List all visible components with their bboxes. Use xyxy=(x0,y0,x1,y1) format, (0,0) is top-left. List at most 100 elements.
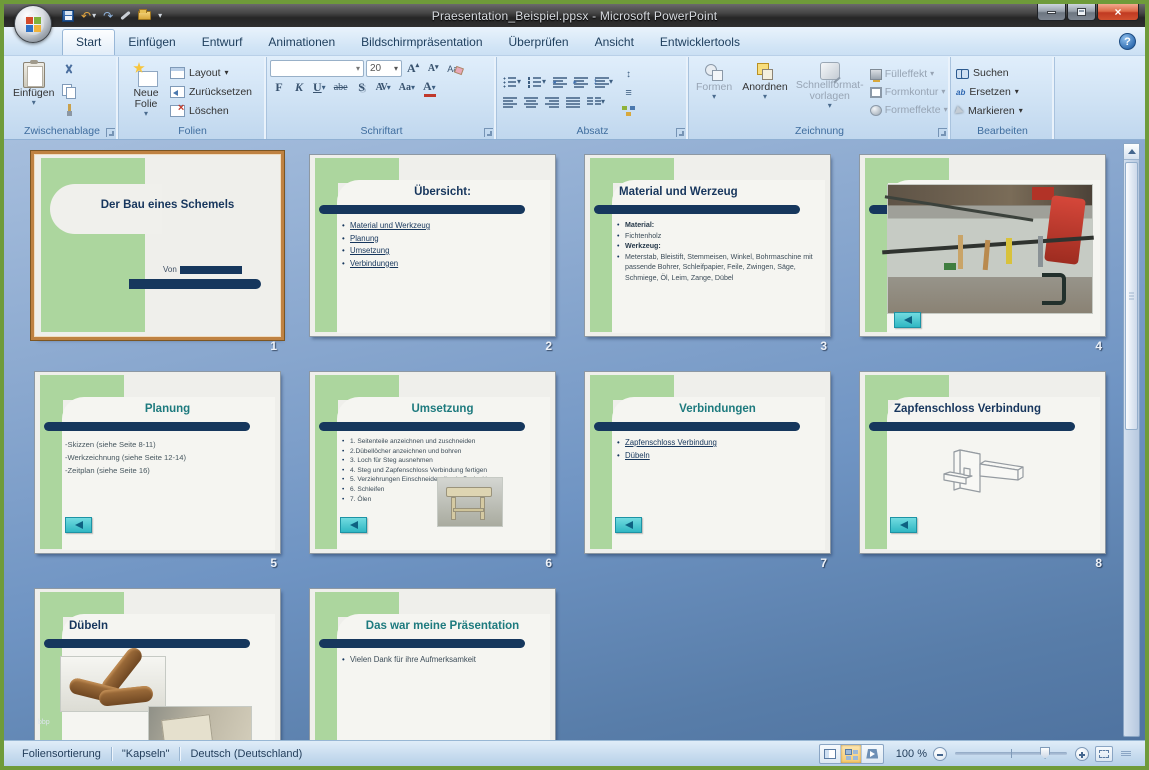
tab-ueberpruefen[interactable]: Überprüfen xyxy=(496,30,582,55)
open-folder-button[interactable] xyxy=(138,11,151,20)
bullet-link[interactable]: Material und Werkzeug xyxy=(350,221,430,230)
cut-button[interactable] xyxy=(59,62,78,79)
back-button[interactable] xyxy=(340,517,367,533)
slide-thumbnail[interactable] xyxy=(860,155,1105,336)
slide-thumbnail[interactable]: Zapfenschloss Verbindung xyxy=(860,372,1105,553)
language-status[interactable]: Deutsch (Deutschland) xyxy=(180,748,312,760)
bullet-link[interactable]: Dübeln xyxy=(625,451,650,460)
undo-button[interactable]: ↶ xyxy=(81,10,96,22)
help-icon[interactable]: ? xyxy=(1119,33,1136,50)
bold-button[interactable]: F xyxy=(270,79,288,96)
tab-einfuegen[interactable]: Einfügen xyxy=(115,30,188,55)
tab-start[interactable]: Start xyxy=(62,29,115,55)
bullets-button[interactable] xyxy=(500,74,524,91)
shape-effects-button[interactable]: Formeffekte xyxy=(870,103,948,118)
slide-thumbnail[interactable]: Das war meine PräsentationVielen Dank fü… xyxy=(310,589,555,740)
slide-sorter-workspace[interactable]: Der Bau eines SchemelsVon1Übersicht:Mate… xyxy=(4,140,1145,740)
shape-outline-button[interactable]: Formkontur xyxy=(870,85,948,100)
slideshow-view-button[interactable] xyxy=(862,745,883,763)
copy-button[interactable] xyxy=(59,82,78,99)
strikethrough-button[interactable]: abe xyxy=(331,79,351,96)
bullet-link[interactable]: Umsetzung xyxy=(350,246,389,255)
change-case-button[interactable]: Aa xyxy=(396,79,418,96)
delete-button[interactable]: Löschen xyxy=(170,103,252,120)
zoom-out-button[interactable] xyxy=(933,747,947,761)
back-button[interactable] xyxy=(65,517,92,533)
back-button[interactable] xyxy=(894,312,921,328)
scroll-up-button[interactable] xyxy=(1124,144,1139,160)
vertical-scrollbar[interactable] xyxy=(1123,143,1140,737)
underline-button[interactable]: U xyxy=(310,79,329,96)
close-button[interactable]: × xyxy=(1097,4,1139,21)
text-direction-button[interactable] xyxy=(619,65,638,82)
zoom-slider[interactable] xyxy=(955,752,1067,755)
slide-thumbnail[interactable]: Übersicht:Material und WerkzeugPlanungUm… xyxy=(310,155,555,336)
dialog-launcher-icon[interactable] xyxy=(484,128,493,137)
slide-thumbnail[interactable]: Umsetzung1. Seitenteile anzeichnen und z… xyxy=(310,372,555,553)
text-shadow-button[interactable]: S xyxy=(353,79,371,96)
normal-view-button[interactable] xyxy=(820,745,841,763)
align-left-button[interactable] xyxy=(500,94,520,111)
zoom-in-button[interactable] xyxy=(1075,747,1089,761)
dialog-launcher-icon[interactable] xyxy=(676,128,685,137)
find-button[interactable]: Suchen xyxy=(956,65,1049,81)
scrollbar-thumb[interactable] xyxy=(1125,162,1138,430)
shape-fill-button[interactable]: Fülleffekt xyxy=(870,67,948,82)
font-size-select[interactable]: 20 xyxy=(366,60,402,77)
back-button[interactable] xyxy=(890,517,917,533)
bullet-link[interactable]: Zapfenschloss Verbindung xyxy=(625,438,717,447)
arrange-button[interactable]: Anordnen xyxy=(738,59,792,125)
justify-button[interactable] xyxy=(563,94,583,111)
back-button[interactable] xyxy=(615,517,642,533)
zoom-slider-thumb[interactable] xyxy=(1040,747,1050,759)
clear-formatting-button[interactable] xyxy=(444,60,466,77)
minimize-button[interactable] xyxy=(1037,4,1066,21)
tab-entwicklertools[interactable]: Entwicklertools xyxy=(647,30,753,55)
slide-thumbnail[interactable]: Planung-Skizzen (siehe Seite 8-11)-Werkz… xyxy=(35,372,280,553)
view-mode-status[interactable]: Foliensortierung xyxy=(12,748,111,760)
qat-customize-button[interactable] xyxy=(158,12,162,20)
font-color-button[interactable]: A xyxy=(420,79,439,96)
dialog-launcher-icon[interactable] xyxy=(938,128,947,137)
tab-animationen[interactable]: Animationen xyxy=(255,30,348,55)
zoom-level[interactable]: 100 % xyxy=(896,748,927,760)
draw-pen-button[interactable] xyxy=(120,14,131,17)
office-button[interactable] xyxy=(14,5,52,43)
design-name-status[interactable]: "Kapseln" xyxy=(112,748,180,760)
character-spacing-button[interactable]: AV xyxy=(373,79,394,96)
dialog-launcher-icon[interactable] xyxy=(106,128,115,137)
shapes-button[interactable]: Formen xyxy=(692,59,736,125)
shrink-font-button[interactable]: A xyxy=(424,60,442,77)
align-right-button[interactable] xyxy=(542,94,562,111)
layout-button[interactable]: Layout xyxy=(170,65,252,82)
quick-styles-button[interactable]: Schnellformat-vorlagen xyxy=(794,59,866,125)
slide-thumbnail[interactable]: Dübelnbbp xyxy=(35,589,280,740)
format-painter-button[interactable] xyxy=(59,102,78,119)
italic-button[interactable]: K xyxy=(290,79,308,96)
align-center-button[interactable] xyxy=(521,94,541,111)
restore-button[interactable] xyxy=(1067,4,1096,21)
new-slide-button[interactable]: Neue Folie xyxy=(122,59,170,125)
slide-thumbnail[interactable]: Der Bau eines SchemelsVon xyxy=(35,155,280,336)
tab-ansicht[interactable]: Ansicht xyxy=(582,30,647,55)
align-text-button[interactable] xyxy=(619,84,638,101)
save-button[interactable] xyxy=(62,10,74,22)
numbering-button[interactable] xyxy=(525,74,549,91)
increase-indent-button[interactable] xyxy=(571,74,591,91)
bullet-link[interactable]: Verbindungen xyxy=(350,259,398,268)
line-spacing-button[interactable] xyxy=(592,74,616,91)
slide-thumbnail[interactable]: VerbindungenZapfenschloss VerbindungDübe… xyxy=(585,372,830,553)
tab-bildschirmpraesentation[interactable]: Bildschirmpräsentation xyxy=(348,30,495,55)
columns-button[interactable] xyxy=(584,94,608,111)
paste-button[interactable]: Einfügen xyxy=(9,59,58,125)
select-button[interactable]: Markieren xyxy=(956,103,1049,119)
decrease-indent-button[interactable] xyxy=(550,74,570,91)
redo-button[interactable]: ↷ xyxy=(103,10,113,22)
convert-smartart-button[interactable] xyxy=(619,103,638,120)
bullet-link[interactable]: Planung xyxy=(350,234,379,243)
fit-to-window-button[interactable] xyxy=(1095,746,1113,762)
reset-button[interactable]: Zurücksetzen xyxy=(170,84,252,101)
replace-button[interactable]: Ersetzen xyxy=(956,84,1049,100)
slide-thumbnail[interactable]: Material und WerzeugMaterial:Fichtenholz… xyxy=(585,155,830,336)
font-name-select[interactable] xyxy=(270,60,364,77)
